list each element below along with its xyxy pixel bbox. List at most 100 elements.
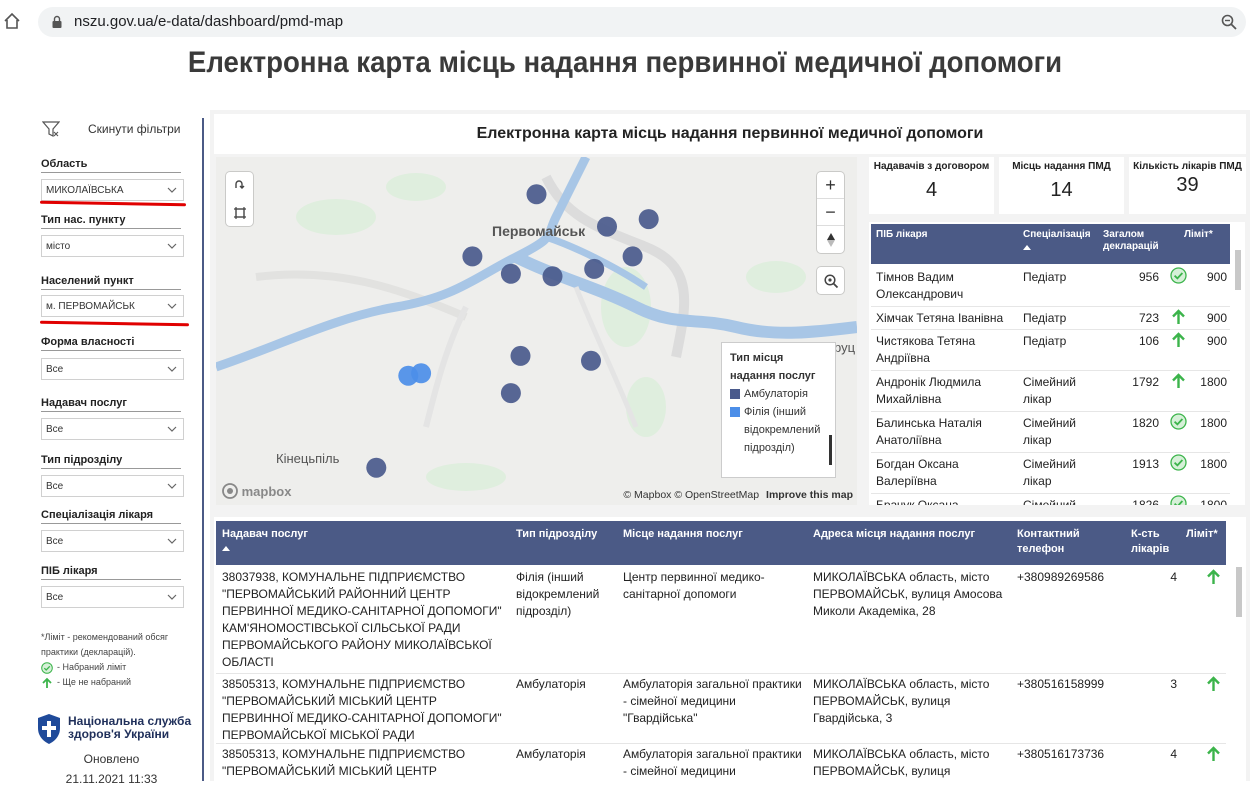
zoom-out-button[interactable]: − bbox=[817, 199, 844, 226]
col-header-spec[interactable]: Спеціалізація bbox=[1023, 229, 1091, 250]
improve-map-link[interactable]: Improve this map bbox=[766, 489, 853, 501]
sidebar-divider bbox=[202, 118, 204, 781]
cell-phone: +380989269586 bbox=[1017, 570, 1105, 584]
col-header-limit[interactable]: Ліміт* bbox=[1184, 229, 1213, 241]
mapbox-logo: mapbox bbox=[222, 483, 291, 499]
col-header-decl[interactable]: Загалом декларацій bbox=[1103, 229, 1169, 253]
attribution-text[interactable]: © Mapbox © OpenStreetMap bbox=[623, 489, 759, 501]
filter-select-specialization[interactable]: Все bbox=[41, 530, 184, 552]
reset-filters-button[interactable]: Скинути фільтри bbox=[42, 118, 192, 142]
chevron-down-icon bbox=[167, 538, 177, 544]
map-point-8[interactable] bbox=[510, 345, 531, 366]
filter-value: Все bbox=[46, 364, 64, 375]
cell-spec: Педіатр bbox=[1023, 334, 1067, 348]
kpi-card-places: Місць надання ПМД 14 bbox=[999, 157, 1124, 214]
map-search-button[interactable] bbox=[817, 267, 844, 294]
legend-not-reached: - Ще не набраний bbox=[57, 677, 132, 687]
map-visual[interactable]: Первомайськ Кінецьпіль руц + − Тип місця… bbox=[216, 157, 857, 505]
map-point-5[interactable] bbox=[584, 258, 605, 279]
table-row[interactable]: Балинська Наталія Анатоліївна Сімейний лі… bbox=[871, 412, 1230, 453]
cell-phone: +380516158999 bbox=[1017, 677, 1105, 691]
map-reset-button[interactable] bbox=[226, 172, 253, 199]
col-header-phone[interactable]: Контактний телефон bbox=[1017, 527, 1097, 557]
table-row[interactable]: Тімнов Вадим Олександрович Педіатр 956 900 bbox=[871, 266, 1230, 307]
chevron-down-icon bbox=[167, 243, 177, 249]
map-point-10[interactable] bbox=[500, 383, 521, 404]
mapbox-icon bbox=[222, 483, 238, 499]
providers-table-scrollbar[interactable] bbox=[1234, 567, 1244, 777]
map-select-button[interactable] bbox=[226, 199, 253, 226]
col-header-limit[interactable]: Ліміт* bbox=[1186, 527, 1218, 542]
col-header-address[interactable]: Адреса місця надання послуг bbox=[813, 527, 975, 542]
filter-select-provider[interactable]: Все bbox=[41, 418, 184, 440]
map-point-6[interactable] bbox=[597, 216, 617, 237]
cell-declarations: 723 bbox=[1138, 311, 1159, 325]
map-label-city: Первомайськ bbox=[492, 223, 586, 239]
report-title: Електронна карта місць надання первинної… bbox=[214, 114, 1246, 154]
col-header-place[interactable]: Місце надання послуг bbox=[623, 527, 743, 542]
table-row[interactable]: Чистякова Тетяна Андріївна Педіатр 106 900 bbox=[871, 330, 1230, 371]
map-point-1[interactable] bbox=[638, 209, 659, 230]
col-header-count[interactable]: К-сть лікарів bbox=[1131, 527, 1181, 557]
map-point-11[interactable] bbox=[366, 457, 387, 478]
col-header-provider[interactable]: Надавач послуг bbox=[222, 527, 308, 551]
zoom-in-button[interactable]: + bbox=[817, 172, 844, 199]
scrollbar-thumb[interactable] bbox=[1236, 567, 1242, 617]
doctor-arrow-up-icon bbox=[1172, 309, 1185, 324]
map-point-4[interactable] bbox=[542, 266, 563, 287]
cell-limit: 1800 bbox=[1200, 498, 1227, 505]
table-row[interactable]: Хімчак Тетяна Іванівна Педіатр 723 900 bbox=[871, 307, 1230, 330]
doctors-table-scrollbar[interactable] bbox=[1233, 224, 1243, 503]
rotate-icon bbox=[234, 179, 244, 189]
legend-reached: - Набраний ліміт bbox=[57, 662, 127, 672]
filter-select-ownership[interactable]: Все bbox=[41, 358, 184, 380]
legend-item: Амбулаторія bbox=[730, 385, 827, 403]
cell-doctor-name: Хімчак Тетяна Іванівна bbox=[876, 311, 1004, 325]
table-row[interactable]: 38505313, КОМУНАЛЬНЕ ПІДПРИЄМСТВО "ПЕРВО… bbox=[216, 674, 1226, 744]
table-row[interactable]: 38037938, КОМУНАЛЬНЕ ПІДПРИЄМСТВО "ПЕРВО… bbox=[216, 567, 1226, 674]
chevron-down-icon bbox=[167, 303, 177, 309]
annotation-underline bbox=[39, 320, 190, 327]
reset-filters-label: Скинути фільтри bbox=[88, 122, 181, 136]
table-row[interactable]: 38505313, КОМУНАЛЬНЕ ПІДПРИЄМСТВО "ПЕРВО… bbox=[216, 744, 1226, 781]
kpi-label: Надавачів з договором bbox=[873, 161, 990, 172]
legend-scrollbar[interactable] bbox=[829, 435, 832, 465]
map-point-9[interactable] bbox=[581, 350, 601, 371]
zoom-icon[interactable] bbox=[1220, 13, 1238, 31]
cell-limit: 900 bbox=[1206, 311, 1227, 325]
filter-select-doctor[interactable]: Все bbox=[41, 586, 184, 608]
home-icon[interactable] bbox=[3, 12, 21, 30]
page-title: Електронна карта місць надання первинної… bbox=[187, 46, 1063, 79]
map-point-7[interactable] bbox=[622, 246, 643, 267]
filter-select-oblast[interactable]: МИКОЛАЇВСЬКА bbox=[41, 179, 184, 201]
cell-declarations: 1913 bbox=[1132, 457, 1159, 471]
browser-toolbar: nszu.gov.ua/e-data/dashboard/pmd-map bbox=[0, 0, 1250, 44]
limit-note: *Ліміт - рекомендований обсяг практики (… bbox=[41, 630, 191, 690]
arrow-up-icon bbox=[42, 677, 52, 688]
doctor-check-circle-icon bbox=[1170, 267, 1187, 284]
address-bar[interactable]: nszu.gov.ua/e-data/dashboard/pmd-map bbox=[38, 7, 1246, 37]
map-point-2[interactable] bbox=[462, 246, 483, 267]
cell-spec: Сімейний лікар bbox=[1023, 416, 1076, 447]
map-point-0[interactable] bbox=[526, 184, 547, 205]
cell-spec: Сімейний лікар bbox=[1023, 457, 1076, 488]
map-point-13[interactable] bbox=[411, 363, 432, 384]
col-header-name[interactable]: ПІБ лікаря bbox=[876, 229, 927, 241]
doctor-check-circle-icon bbox=[1170, 495, 1187, 505]
col-header-type[interactable]: Тип підрозділу bbox=[516, 527, 597, 542]
compass-button[interactable] bbox=[817, 226, 844, 253]
table-row[interactable]: Богдан Оксана Валеріївна Сімейний лікар 19… bbox=[871, 453, 1230, 494]
filter-label-settlement: Населений пункт bbox=[41, 275, 181, 290]
scrollbar-thumb[interactable] bbox=[1235, 250, 1241, 290]
table-row[interactable]: Андронік Людмила Михайлівна Сімейний ліка… bbox=[871, 371, 1230, 412]
kpi-card-doctors: Кількість лікарів ПМД 39 bbox=[1129, 157, 1246, 214]
cell-address: МИКОЛАЇВСЬКА область, місто ПЕРВОМАЙСЬК,… bbox=[813, 747, 990, 778]
kpi-card-providers: Надавачів з договором 4 bbox=[869, 157, 994, 214]
filter-select-settlement-type[interactable]: місто bbox=[41, 235, 184, 257]
table-row[interactable]: Брачук Оксана Сімейний 1826 1800 bbox=[871, 494, 1230, 505]
filter-select-unit-type[interactable]: Все bbox=[41, 475, 184, 497]
cell-status bbox=[1170, 331, 1187, 353]
filter-select-settlement[interactable]: м. ПЕРВОМАЙСЬК bbox=[41, 295, 184, 317]
legend-title: Тип місця надання послуг bbox=[730, 352, 816, 382]
map-point-3[interactable] bbox=[500, 263, 521, 284]
